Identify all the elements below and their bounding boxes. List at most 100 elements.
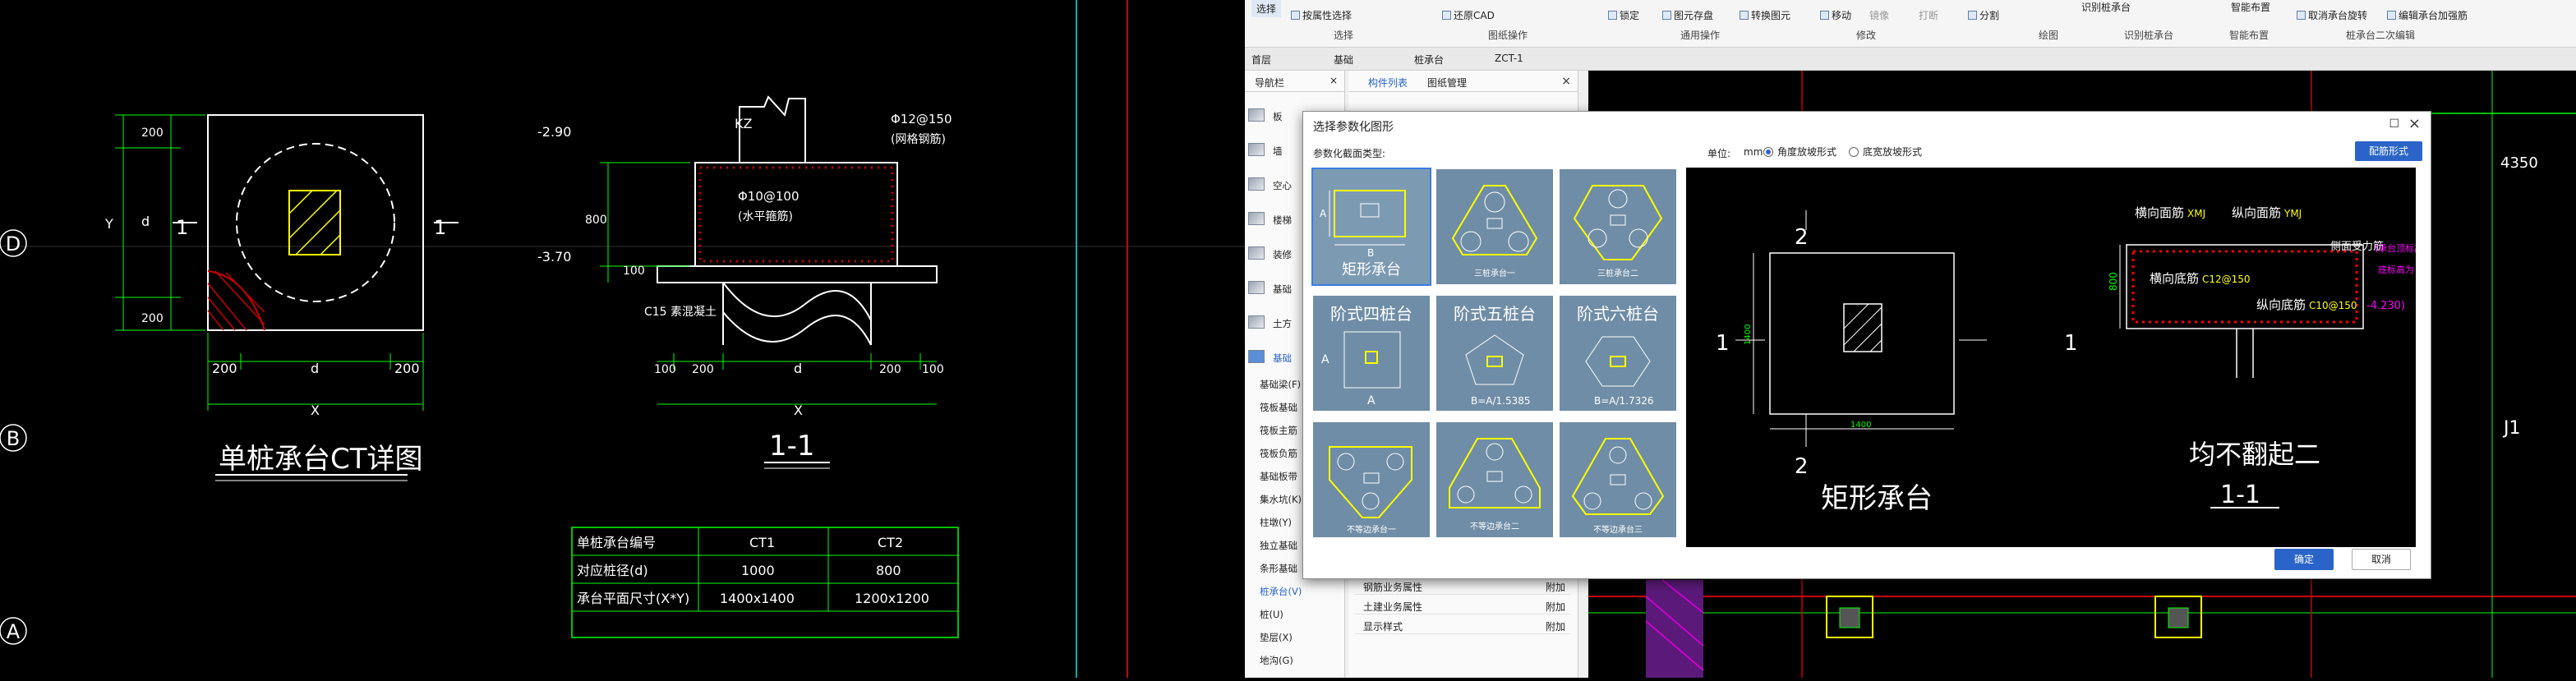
nav-item-foundation-1[interactable]: 基础 bbox=[1273, 283, 1292, 296]
item-select[interactable]: ZCT-1 bbox=[1495, 53, 1523, 64]
lock-button[interactable]: 锁定 bbox=[1608, 8, 1639, 22]
svg-text:C15 素混凝土: C15 素混凝土 bbox=[644, 306, 717, 319]
cad-icon bbox=[1442, 11, 1451, 20]
svg-text:1: 1 bbox=[176, 216, 188, 239]
elevation-value: -4.230) bbox=[2366, 300, 2405, 312]
pile-cap-plan: 1 1 200 d 200 X Y d 200 200 单桩承台CT详图 bbox=[104, 114, 459, 481]
svg-text:CT1: CT1 bbox=[749, 535, 775, 550]
thumb-caption: 阶式四桩台 bbox=[1330, 304, 1412, 324]
radio-width-slope[interactable]: 底宽放坡形式 bbox=[1849, 145, 1922, 159]
filter-icon bbox=[1291, 11, 1300, 20]
nav-sub-item[interactable]: 筏板负筋 bbox=[1260, 447, 1297, 460]
svg-text:200: 200 bbox=[141, 312, 164, 325]
note-top-elevation: (承台顶标高参照承台 bbox=[2375, 242, 2416, 254]
thumb-three-pile-2[interactable]: 三桩承台二 bbox=[1558, 168, 1678, 286]
category-select[interactable]: 基础 bbox=[1334, 53, 1353, 67]
save-element-label: 图元存盘 bbox=[1674, 10, 1714, 21]
tab-component-list[interactable]: 构件列表 bbox=[1368, 76, 1408, 90]
dim-800: 800 bbox=[2108, 272, 2119, 291]
dim-b-a-1-5385: B=A/1.5385 bbox=[1471, 395, 1531, 407]
prop-value: 附加 bbox=[1545, 601, 1565, 613]
thumb-unequal-2[interactable]: 不等边承台二 bbox=[1435, 421, 1555, 539]
edit-rebar-button[interactable]: 编辑承台加强筋 bbox=[2387, 8, 2468, 22]
move-button[interactable]: 移动 bbox=[1820, 8, 1851, 22]
svg-text:200: 200 bbox=[394, 361, 420, 376]
dim-a: A bbox=[1320, 208, 1327, 219]
thumb-rect-cap[interactable]: A B 矩形承台 bbox=[1311, 168, 1431, 286]
thumb-step-five-pile[interactable]: 阶式五桩台 B=A/1.5385 bbox=[1435, 294, 1555, 412]
tab-drawing-management[interactable]: 图纸管理 bbox=[1427, 76, 1467, 90]
nav-sub-item[interactable]: 筏板主筋 bbox=[1260, 424, 1297, 437]
svg-text:对应桩径(d): 对应桩径(d) bbox=[577, 563, 648, 578]
close-icon[interactable]: × bbox=[1329, 75, 1338, 86]
nav-sub-item-pile-cap[interactable]: 桩承台(V) bbox=[1260, 585, 1302, 598]
break-button[interactable]: 打断 bbox=[1919, 8, 1938, 22]
convert-element-button[interactable]: 转换图元 bbox=[1740, 8, 1790, 22]
split-button[interactable]: 分割 bbox=[1968, 8, 1999, 22]
thumb-step-four-pile[interactable]: 阶式四桩台 A A bbox=[1311, 294, 1431, 412]
nav-sub-item[interactable]: 条形基础 bbox=[1260, 562, 1297, 575]
radio-angle-slope[interactable]: 角度放坡形式 bbox=[1763, 145, 1836, 159]
nav-item-wall[interactable]: 墙 bbox=[1273, 145, 1283, 158]
nav-sub-item[interactable]: 集水坑(K) bbox=[1260, 493, 1302, 506]
nav-sub-item[interactable]: 柱墩(Y) bbox=[1260, 516, 1292, 529]
thumb-step-six-pile[interactable]: 阶式六桩台 B=A/1.7326 bbox=[1558, 294, 1678, 412]
smart-layout-label: 智能布置 bbox=[2231, 2, 2271, 13]
mirror-button[interactable]: 镜像 bbox=[1869, 8, 1889, 22]
thumb-unequal-3[interactable]: 不等边承台三 bbox=[1558, 421, 1678, 539]
nav-item-slab[interactable]: 板 bbox=[1273, 110, 1283, 123]
cancel-button[interactable]: 取消 bbox=[2352, 549, 2411, 570]
prop-row-style[interactable]: 显示样式 附加 bbox=[1355, 616, 1570, 634]
nav-item-hollow[interactable]: 空心 bbox=[1273, 179, 1292, 192]
save-element-button[interactable]: 图元存盘 bbox=[1662, 8, 1713, 22]
unit-label: 单位: bbox=[1707, 148, 1731, 159]
close-icon[interactable]: × bbox=[1561, 75, 1571, 88]
nav-sub-item[interactable]: 基础梁(F) bbox=[1260, 378, 1301, 391]
ok-button[interactable]: 确定 bbox=[2274, 549, 2334, 570]
thumb-three-pile-1[interactable]: 三桩承台一 bbox=[1435, 168, 1555, 286]
nav-sub-item[interactable]: 垫层(X) bbox=[1260, 631, 1293, 644]
prop-row-rebar[interactable]: 钢筋业务属性 附加 bbox=[1355, 577, 1570, 595]
select-by-attr-button[interactable]: 按属性选择 bbox=[1291, 8, 1352, 22]
prop-label: 土建业务属性 bbox=[1363, 601, 1423, 613]
smart-layout-button[interactable]: 智能布置 bbox=[2231, 0, 2270, 14]
nav-sub-item[interactable]: 基础板带 bbox=[1260, 470, 1297, 483]
thumb-caption: 阶式五桩台 bbox=[1454, 304, 1536, 324]
nav-item-finish[interactable]: 装修 bbox=[1273, 248, 1292, 261]
nav-sub-item[interactable]: 桩(U) bbox=[1260, 608, 1283, 621]
nav-item-foundation-2[interactable]: 基础 bbox=[1273, 352, 1292, 365]
select-button[interactable]: 选择 bbox=[1251, 0, 1282, 17]
cancel-rotate-button[interactable]: 取消承台旋转 bbox=[2297, 8, 2367, 22]
svg-text:D: D bbox=[6, 232, 21, 255]
cad-canvas-left[interactable]: D B A 1 1 200 d 200 X Y d 200 200 单桩承台CT… bbox=[0, 0, 1245, 678]
nav-item-earthwork[interactable]: 土方 bbox=[1273, 317, 1292, 330]
unequal-3-graphic bbox=[1571, 438, 1665, 515]
prop-row-civil[interactable]: 土建业务属性 附加 bbox=[1355, 596, 1570, 614]
group-draw: 绘图 bbox=[2039, 30, 2059, 41]
nav-item-stair[interactable]: 楼梯 bbox=[1273, 214, 1292, 227]
maximize-icon[interactable]: ☐ bbox=[2389, 117, 2399, 131]
rebar-config-button[interactable]: 配筋形式 bbox=[2355, 141, 2422, 161]
breadcrumb: 首层 基础 桩承台 ZCT-1 bbox=[1245, 48, 2576, 71]
finish-icon bbox=[1248, 246, 1265, 260]
nav-sub-item[interactable]: 独立基础 bbox=[1260, 539, 1297, 552]
identify-cap-button[interactable]: 识别桩承台 bbox=[2081, 0, 2131, 14]
nav-sub-item[interactable]: 地沟(G) bbox=[1260, 654, 1293, 667]
svg-text:1000: 1000 bbox=[741, 563, 775, 578]
thumb-caption: 阶式六桩台 bbox=[1577, 304, 1659, 324]
nav-sub-item[interactable]: 筏板基础 bbox=[1260, 401, 1297, 414]
thumb-unequal-1[interactable]: 不等边承台一 bbox=[1311, 421, 1431, 539]
svg-text:1400x1400: 1400x1400 bbox=[720, 591, 795, 606]
close-icon[interactable]: × bbox=[2408, 115, 2421, 132]
svg-text:X: X bbox=[794, 403, 803, 418]
svg-text:(水平箍筋): (水平箍筋) bbox=[738, 209, 793, 223]
svg-text:d: d bbox=[141, 214, 150, 229]
svg-text:200: 200 bbox=[212, 361, 237, 376]
floor-select[interactable]: 首层 bbox=[1251, 53, 1271, 67]
type-select[interactable]: 桩承台 bbox=[1414, 53, 1444, 67]
radio-width-label: 底宽放坡形式 bbox=[1863, 146, 1923, 158]
group-secondary-edit: 桩承台二次编辑 bbox=[2346, 30, 2416, 41]
section-mark-right: 1 bbox=[2064, 331, 2078, 356]
restore-cad-button[interactable]: 还原CAD bbox=[1442, 8, 1495, 22]
foundation-icon bbox=[1248, 281, 1265, 294]
